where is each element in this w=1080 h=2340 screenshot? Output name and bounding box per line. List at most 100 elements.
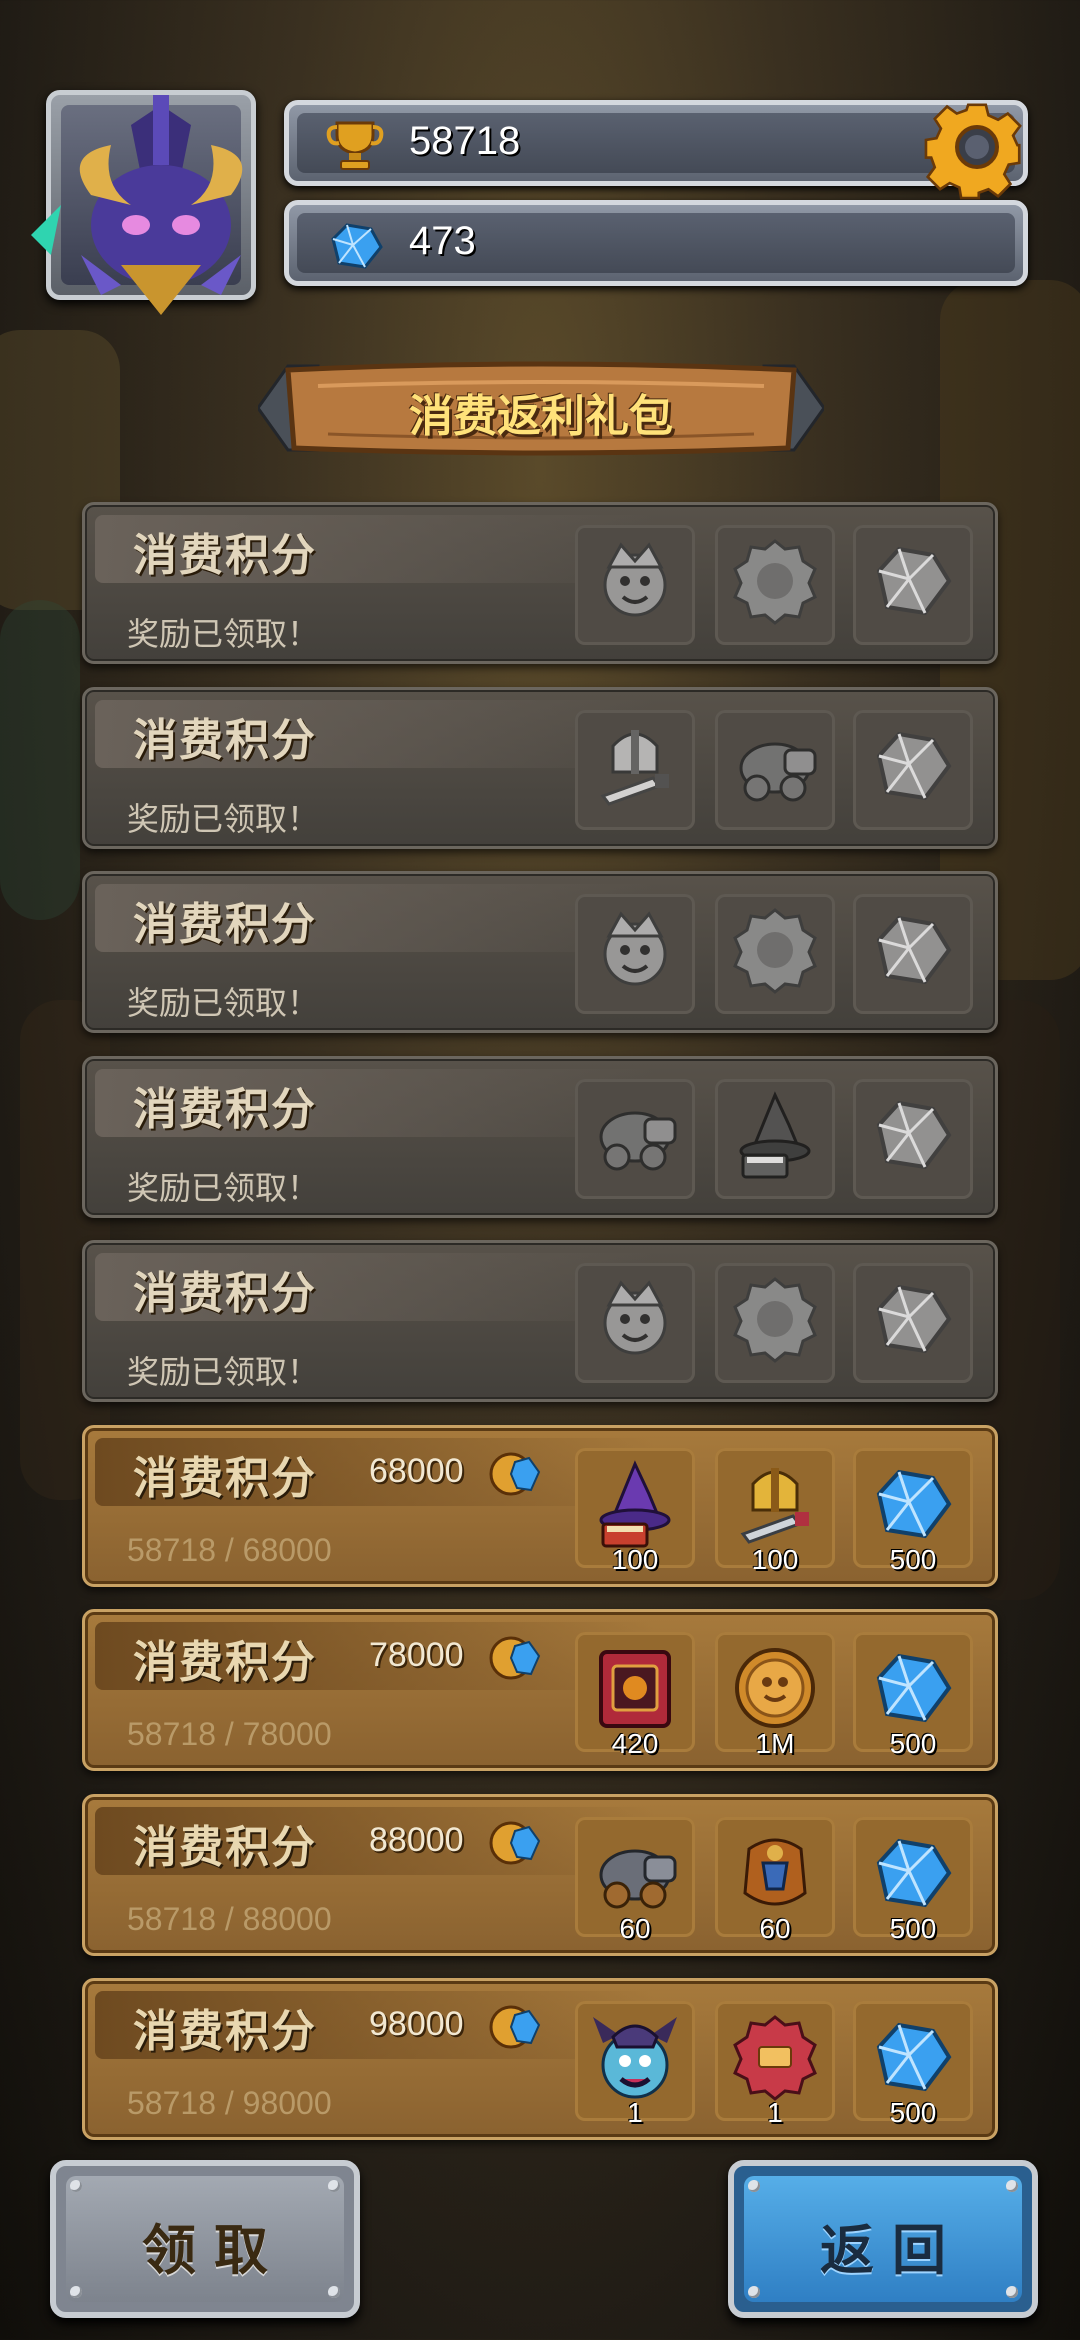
reward-slot[interactable]: 1 <box>575 2001 695 2121</box>
reward-slot[interactable] <box>715 1079 835 1199</box>
gem-icon <box>861 1823 965 1919</box>
tier-progress: 58718 / 88000 <box>127 1901 332 1938</box>
hero-portrait-icon <box>583 531 687 627</box>
reward-slot[interactable]: 60 <box>715 1817 835 1937</box>
settings-gear-icon[interactable] <box>921 91 1033 203</box>
reward-slot[interactable]: 500 <box>853 1817 973 1937</box>
gem-icon <box>325 217 385 273</box>
background-bottles <box>0 600 80 920</box>
claimed-status: 奖励已领取！ <box>127 978 319 1024</box>
token-icon <box>723 900 827 996</box>
reward-slot[interactable] <box>853 1263 973 1383</box>
spellbook-icon <box>583 1638 687 1734</box>
reward-slot[interactable] <box>575 1263 695 1383</box>
reward-slot[interactable] <box>853 894 973 1014</box>
reward-slot[interactable]: 1M <box>715 1632 835 1752</box>
token-icon <box>723 1269 827 1365</box>
wizard-hat-icon <box>723 1085 827 1181</box>
reward-slot[interactable] <box>575 1079 695 1199</box>
back-button-label: 返回 <box>734 2206 1032 2285</box>
reward-quantity: 500 <box>853 1728 973 1760</box>
gem-bar: 473 <box>284 200 1028 286</box>
reward-quantity: 500 <box>853 1913 973 1945</box>
hero-portrait-icon <box>583 900 687 996</box>
reward-slot[interactable]: 1 <box>715 2001 835 2121</box>
reward-slot[interactable]: 60 <box>575 1817 695 1937</box>
reward-slot[interactable] <box>715 894 835 1014</box>
gem-amount: 473 <box>409 219 476 264</box>
claimed-tier-row[interactable]: 消费积分奖励已领取！ <box>82 1240 998 1402</box>
reward-quantity: 500 <box>853 2097 973 2129</box>
hero-portrait-icon <box>583 1269 687 1365</box>
claimed-tier-row[interactable]: 消费积分奖励已领取！ <box>82 1056 998 1218</box>
helmet-sword-icon <box>723 1454 827 1550</box>
gem-icon <box>861 531 965 627</box>
points-coin-icon <box>489 1817 541 1869</box>
reward-quantity: 1M <box>715 1728 835 1760</box>
gem-icon <box>861 716 965 812</box>
gold-coin-icon <box>723 1638 827 1734</box>
reward-quantity: 60 <box>715 1913 835 1945</box>
tier-progress: 58718 / 68000 <box>127 1532 332 1569</box>
player-avatar[interactable] <box>46 90 256 300</box>
points-coin-icon <box>489 1632 541 1684</box>
tier-progress: 58718 / 98000 <box>127 2085 332 2122</box>
gold-bar: 58718 <box>284 100 1028 186</box>
reward-quantity: 1 <box>715 2097 835 2129</box>
red-token-icon <box>723 2007 827 2103</box>
gem-icon <box>861 900 965 996</box>
reward-quantity: 1 <box>575 2097 695 2129</box>
reward-slot[interactable] <box>853 710 973 830</box>
reward-quantity: 420 <box>575 1728 695 1760</box>
reward-slot[interactable]: 420 <box>575 1632 695 1752</box>
wizard-hat-icon <box>583 1454 687 1550</box>
reward-slot[interactable] <box>853 1079 973 1199</box>
claimed-tier-row[interactable]: 消费积分奖励已领取！ <box>82 502 998 664</box>
back-button[interactable]: 返回 <box>728 2160 1038 2318</box>
reward-tier-row[interactable]: 消费积分98000 58718 / 98000 1 1 500 <box>82 1978 998 2140</box>
cannon-icon <box>583 1085 687 1181</box>
reward-slot[interactable]: 100 <box>715 1448 835 1568</box>
dark-knight-avatar-icon <box>21 85 301 335</box>
reward-slot[interactable]: 500 <box>853 1632 973 1752</box>
reward-slot[interactable]: 500 <box>853 2001 973 2121</box>
reward-slot[interactable] <box>715 1263 835 1383</box>
points-coin-icon <box>489 1448 541 1500</box>
token-icon <box>723 531 827 627</box>
claimed-tier-row[interactable]: 消费积分奖励已领取！ <box>82 687 998 849</box>
reward-slot[interactable] <box>575 894 695 1014</box>
claimed-tier-row[interactable]: 消费积分奖励已领取！ <box>82 871 998 1033</box>
armor-icon <box>723 1823 827 1919</box>
reward-slot[interactable] <box>575 525 695 645</box>
tier-label: 消费积分 <box>133 1811 317 1875</box>
tier-progress: 58718 / 78000 <box>127 1716 332 1753</box>
trophy-icon <box>325 117 385 173</box>
reward-tier-row[interactable]: 消费积分68000 58718 / 68000 100 100 500 <box>82 1425 998 1587</box>
reward-slot[interactable] <box>715 710 835 830</box>
claimed-status: 奖励已领取！ <box>127 1163 319 1209</box>
gem-icon <box>861 1638 965 1734</box>
reward-slot[interactable] <box>575 710 695 830</box>
tier-label: 消费积分 <box>133 1073 317 1137</box>
page-title: 消费返利礼包 <box>258 380 824 444</box>
reward-quantity: 60 <box>575 1913 695 1945</box>
points-coin-icon <box>489 2001 541 2053</box>
claim-button[interactable]: 领取 <box>50 2160 360 2318</box>
gem-icon <box>861 1454 965 1550</box>
reward-tier-row[interactable]: 消费积分 88000 58718 / 88000 60 60 500 <box>82 1794 998 1956</box>
cannon-icon <box>723 716 827 812</box>
gem-icon <box>861 1269 965 1365</box>
claim-button-label: 领取 <box>56 2206 354 2285</box>
gem-icon <box>861 1085 965 1181</box>
reward-slot[interactable]: 500 <box>853 1448 973 1568</box>
tier-threshold: 88000 <box>369 1821 464 1860</box>
reward-slot[interactable] <box>715 525 835 645</box>
gold-amount: 58718 <box>409 119 520 164</box>
claimed-status: 奖励已领取！ <box>127 794 319 840</box>
reward-slot[interactable]: 100 <box>575 1448 695 1568</box>
title-banner: 消费返利礼包 <box>258 356 824 460</box>
tier-label: 消费积分 <box>133 1995 317 2059</box>
reward-slot[interactable] <box>853 525 973 645</box>
claimed-status: 奖励已领取！ <box>127 1347 319 1393</box>
reward-tier-row[interactable]: 消费积分78000 58718 / 78000 420 1M 500 <box>82 1609 998 1771</box>
